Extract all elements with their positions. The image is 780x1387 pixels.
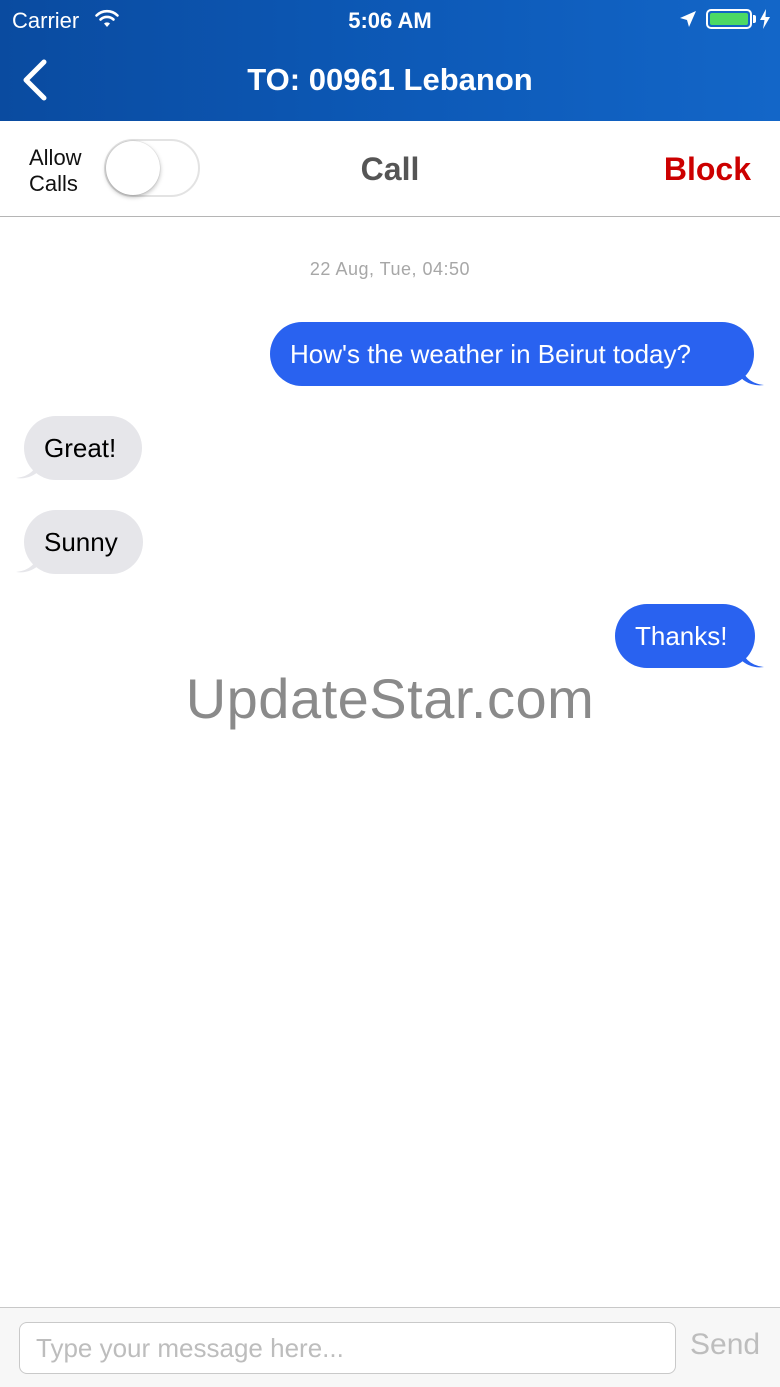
message-text: Great! [44, 433, 117, 463]
toggle-knob [106, 141, 160, 195]
message-bubble-outgoing[interactable]: How's the weather in Beirut today? [270, 322, 754, 386]
location-arrow-icon [680, 11, 696, 27]
allow-calls-label-line2: Calls [29, 171, 78, 196]
message-text: Thanks! [635, 621, 728, 651]
page-title: TO: 00961 Lebanon [247, 62, 533, 97]
block-button[interactable]: Block [664, 151, 751, 188]
conversation-timestamp: 22 Aug, Tue, 04:50 [309, 259, 471, 279]
battery-icon [706, 9, 752, 29]
message-bubble-incoming[interactable]: Sunny [24, 510, 143, 574]
navigation-header: Carrier 5:06 AM TO: 00961 Lebanon [0, 0, 780, 121]
battery-tip [753, 15, 756, 23]
call-button[interactable]: Call [361, 151, 420, 187]
status-time: 5:06 AM [348, 8, 432, 33]
watermark: UpdateStar.com [185, 667, 595, 730]
message-bubble-incoming[interactable]: Great! [24, 416, 142, 480]
message-text: How's the weather in Beirut today? [290, 339, 691, 369]
message-text: Sunny [44, 527, 118, 557]
status-bar: Carrier 5:06 AM [0, 0, 780, 40]
allow-calls-label: Allow Calls [29, 145, 82, 197]
action-toolbar: Allow Calls Call Block [0, 121, 780, 217]
message-bubble-outgoing[interactable]: Thanks! [615, 604, 755, 668]
charging-bolt-icon [760, 9, 770, 29]
message-input[interactable] [19, 1322, 676, 1374]
message-composer: Send [0, 1307, 780, 1387]
allow-calls-label-line1: Allow [29, 145, 82, 170]
send-button[interactable]: Send [690, 1328, 760, 1362]
allow-calls-toggle[interactable] [104, 139, 200, 197]
